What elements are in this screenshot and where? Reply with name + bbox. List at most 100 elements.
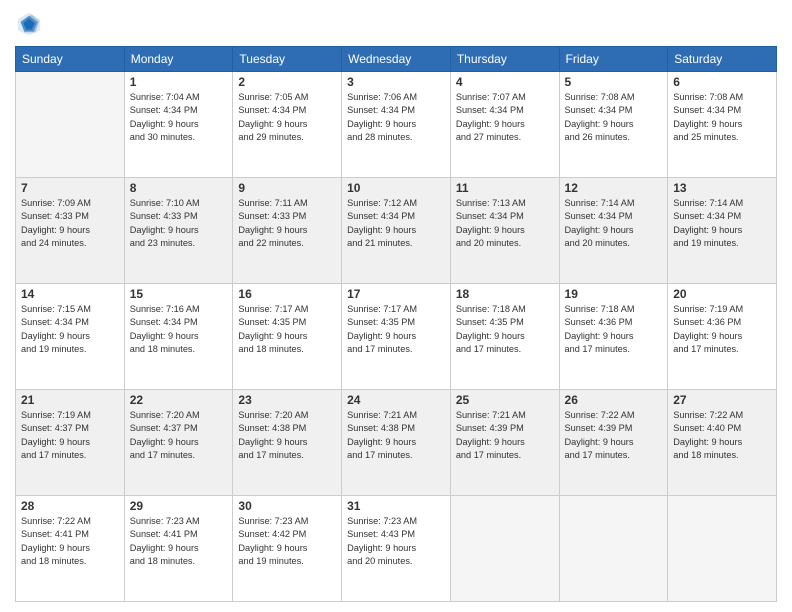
day-number: 16 [238,287,336,301]
calendar-cell: 24 Sunrise: 7:21 AM Sunset: 4:38 PM Dayli… [342,390,451,496]
weekday-header-friday: Friday [559,47,668,72]
cell-text: Sunrise: 7:08 AM Sunset: 4:34 PM Dayligh… [565,91,663,144]
day-number: 2 [238,75,336,89]
day-number: 27 [673,393,771,407]
day-number: 18 [456,287,554,301]
weekday-header-wednesday: Wednesday [342,47,451,72]
cell-text: Sunrise: 7:07 AM Sunset: 4:34 PM Dayligh… [456,91,554,144]
day-number: 5 [565,75,663,89]
cell-text: Sunrise: 7:10 AM Sunset: 4:33 PM Dayligh… [130,197,228,250]
day-number: 21 [21,393,119,407]
calendar-cell: 29 Sunrise: 7:23 AM Sunset: 4:41 PM Dayli… [124,496,233,602]
calendar-cell: 27 Sunrise: 7:22 AM Sunset: 4:40 PM Dayli… [668,390,777,496]
cell-text: Sunrise: 7:18 AM Sunset: 4:35 PM Dayligh… [456,303,554,356]
calendar-cell: 10 Sunrise: 7:12 AM Sunset: 4:34 PM Dayli… [342,178,451,284]
calendar-week-row: 28 Sunrise: 7:22 AM Sunset: 4:41 PM Dayli… [16,496,777,602]
calendar-cell: 5 Sunrise: 7:08 AM Sunset: 4:34 PM Daylig… [559,72,668,178]
calendar-cell: 30 Sunrise: 7:23 AM Sunset: 4:42 PM Dayli… [233,496,342,602]
calendar-cell: 11Sunrise: 7:13 AM Sunset: 4:34 PM Dayli… [450,178,559,284]
weekday-header-thursday: Thursday [450,47,559,72]
day-number: 6 [673,75,771,89]
calendar-cell: 8 Sunrise: 7:10 AM Sunset: 4:33 PM Daylig… [124,178,233,284]
day-number: 13 [673,181,771,195]
calendar-cell: 26Sunrise: 7:22 AM Sunset: 4:39 PM Dayli… [559,390,668,496]
cell-text: Sunrise: 7:14 AM Sunset: 4:34 PM Dayligh… [565,197,663,250]
day-number: 20 [673,287,771,301]
calendar-week-row: 14Sunrise: 7:15 AM Sunset: 4:34 PM Dayli… [16,284,777,390]
weekday-header-monday: Monday [124,47,233,72]
calendar-cell: 19 Sunrise: 7:18 AM Sunset: 4:36 PM Dayli… [559,284,668,390]
calendar-cell: 1 Sunrise: 7:04 AM Sunset: 4:34 PM Daylig… [124,72,233,178]
calendar-cell: 31 Sunrise: 7:23 AM Sunset: 4:43 PM Dayli… [342,496,451,602]
day-number: 19 [565,287,663,301]
day-number: 4 [456,75,554,89]
calendar-cell: 9Sunrise: 7:11 AM Sunset: 4:33 PM Daylig… [233,178,342,284]
day-number: 10 [347,181,445,195]
header [15,10,777,38]
calendar-cell: 7Sunrise: 7:09 AM Sunset: 4:33 PM Daylig… [16,178,125,284]
calendar-cell [450,496,559,602]
day-number: 12 [565,181,663,195]
cell-text: Sunrise: 7:14 AM Sunset: 4:34 PM Dayligh… [673,197,771,250]
calendar-cell: 13 Sunrise: 7:14 AM Sunset: 4:34 PM Dayli… [668,178,777,284]
cell-text: Sunrise: 7:15 AM Sunset: 4:34 PM Dayligh… [21,303,119,356]
calendar-cell: 12 Sunrise: 7:14 AM Sunset: 4:34 PM Dayli… [559,178,668,284]
cell-text: Sunrise: 7:13 AM Sunset: 4:34 PM Dayligh… [456,197,554,250]
cell-text: Sunrise: 7:16 AM Sunset: 4:34 PM Dayligh… [130,303,228,356]
weekday-header-tuesday: Tuesday [233,47,342,72]
cell-text: Sunrise: 7:06 AM Sunset: 4:34 PM Dayligh… [347,91,445,144]
cell-text: Sunrise: 7:12 AM Sunset: 4:34 PM Dayligh… [347,197,445,250]
calendar-cell: 3Sunrise: 7:06 AM Sunset: 4:34 PM Daylig… [342,72,451,178]
calendar-cell: 18 Sunrise: 7:18 AM Sunset: 4:35 PM Dayli… [450,284,559,390]
calendar-cell: 2 Sunrise: 7:05 AM Sunset: 4:34 PM Daylig… [233,72,342,178]
day-number: 17 [347,287,445,301]
day-number: 8 [130,181,228,195]
day-number: 31 [347,499,445,513]
day-number: 24 [347,393,445,407]
weekday-header-row: SundayMondayTuesdayWednesdayThursdayFrid… [16,47,777,72]
cell-text: Sunrise: 7:11 AM Sunset: 4:33 PM Dayligh… [238,197,336,250]
day-number: 29 [130,499,228,513]
cell-text: Sunrise: 7:19 AM Sunset: 4:37 PM Dayligh… [21,409,119,462]
cell-text: Sunrise: 7:22 AM Sunset: 4:40 PM Dayligh… [673,409,771,462]
calendar-cell: 17 Sunrise: 7:17 AM Sunset: 4:35 PM Dayli… [342,284,451,390]
cell-text: Sunrise: 7:17 AM Sunset: 4:35 PM Dayligh… [238,303,336,356]
day-number: 30 [238,499,336,513]
calendar-cell: 15Sunrise: 7:16 AM Sunset: 4:34 PM Dayli… [124,284,233,390]
cell-text: Sunrise: 7:20 AM Sunset: 4:37 PM Dayligh… [130,409,228,462]
cell-text: Sunrise: 7:20 AM Sunset: 4:38 PM Dayligh… [238,409,336,462]
day-number: 25 [456,393,554,407]
cell-text: Sunrise: 7:22 AM Sunset: 4:41 PM Dayligh… [21,515,119,568]
calendar-week-row: 7Sunrise: 7:09 AM Sunset: 4:33 PM Daylig… [16,178,777,284]
calendar-cell: 23 Sunrise: 7:20 AM Sunset: 4:38 PM Dayli… [233,390,342,496]
calendar-cell: 28 Sunrise: 7:22 AM Sunset: 4:41 PM Dayli… [16,496,125,602]
cell-text: Sunrise: 7:22 AM Sunset: 4:39 PM Dayligh… [565,409,663,462]
calendar: SundayMondayTuesdayWednesdayThursdayFrid… [15,46,777,602]
calendar-cell: 25 Sunrise: 7:21 AM Sunset: 4:39 PM Dayli… [450,390,559,496]
cell-text: Sunrise: 7:18 AM Sunset: 4:36 PM Dayligh… [565,303,663,356]
page: SundayMondayTuesdayWednesdayThursdayFrid… [0,0,792,612]
logo-icon [15,10,43,38]
cell-text: Sunrise: 7:21 AM Sunset: 4:39 PM Dayligh… [456,409,554,462]
calendar-cell: 4 Sunrise: 7:07 AM Sunset: 4:34 PM Daylig… [450,72,559,178]
calendar-cell [668,496,777,602]
cell-text: Sunrise: 7:08 AM Sunset: 4:34 PM Dayligh… [673,91,771,144]
cell-text: Sunrise: 7:05 AM Sunset: 4:34 PM Dayligh… [238,91,336,144]
day-number: 7 [21,181,119,195]
calendar-cell: 21 Sunrise: 7:19 AM Sunset: 4:37 PM Dayli… [16,390,125,496]
cell-text: Sunrise: 7:23 AM Sunset: 4:42 PM Dayligh… [238,515,336,568]
cell-text: Sunrise: 7:04 AM Sunset: 4:34 PM Dayligh… [130,91,228,144]
cell-text: Sunrise: 7:23 AM Sunset: 4:43 PM Dayligh… [347,515,445,568]
day-number: 23 [238,393,336,407]
calendar-cell: 22Sunrise: 7:20 AM Sunset: 4:37 PM Dayli… [124,390,233,496]
calendar-cell: 6 Sunrise: 7:08 AM Sunset: 4:34 PM Daylig… [668,72,777,178]
cell-text: Sunrise: 7:23 AM Sunset: 4:41 PM Dayligh… [130,515,228,568]
calendar-cell: 20Sunrise: 7:19 AM Sunset: 4:36 PM Dayli… [668,284,777,390]
calendar-cell [559,496,668,602]
day-number: 28 [21,499,119,513]
cell-text: Sunrise: 7:21 AM Sunset: 4:38 PM Dayligh… [347,409,445,462]
calendar-cell: 14Sunrise: 7:15 AM Sunset: 4:34 PM Dayli… [16,284,125,390]
cell-text: Sunrise: 7:17 AM Sunset: 4:35 PM Dayligh… [347,303,445,356]
calendar-week-row: 21 Sunrise: 7:19 AM Sunset: 4:37 PM Dayli… [16,390,777,496]
day-number: 1 [130,75,228,89]
